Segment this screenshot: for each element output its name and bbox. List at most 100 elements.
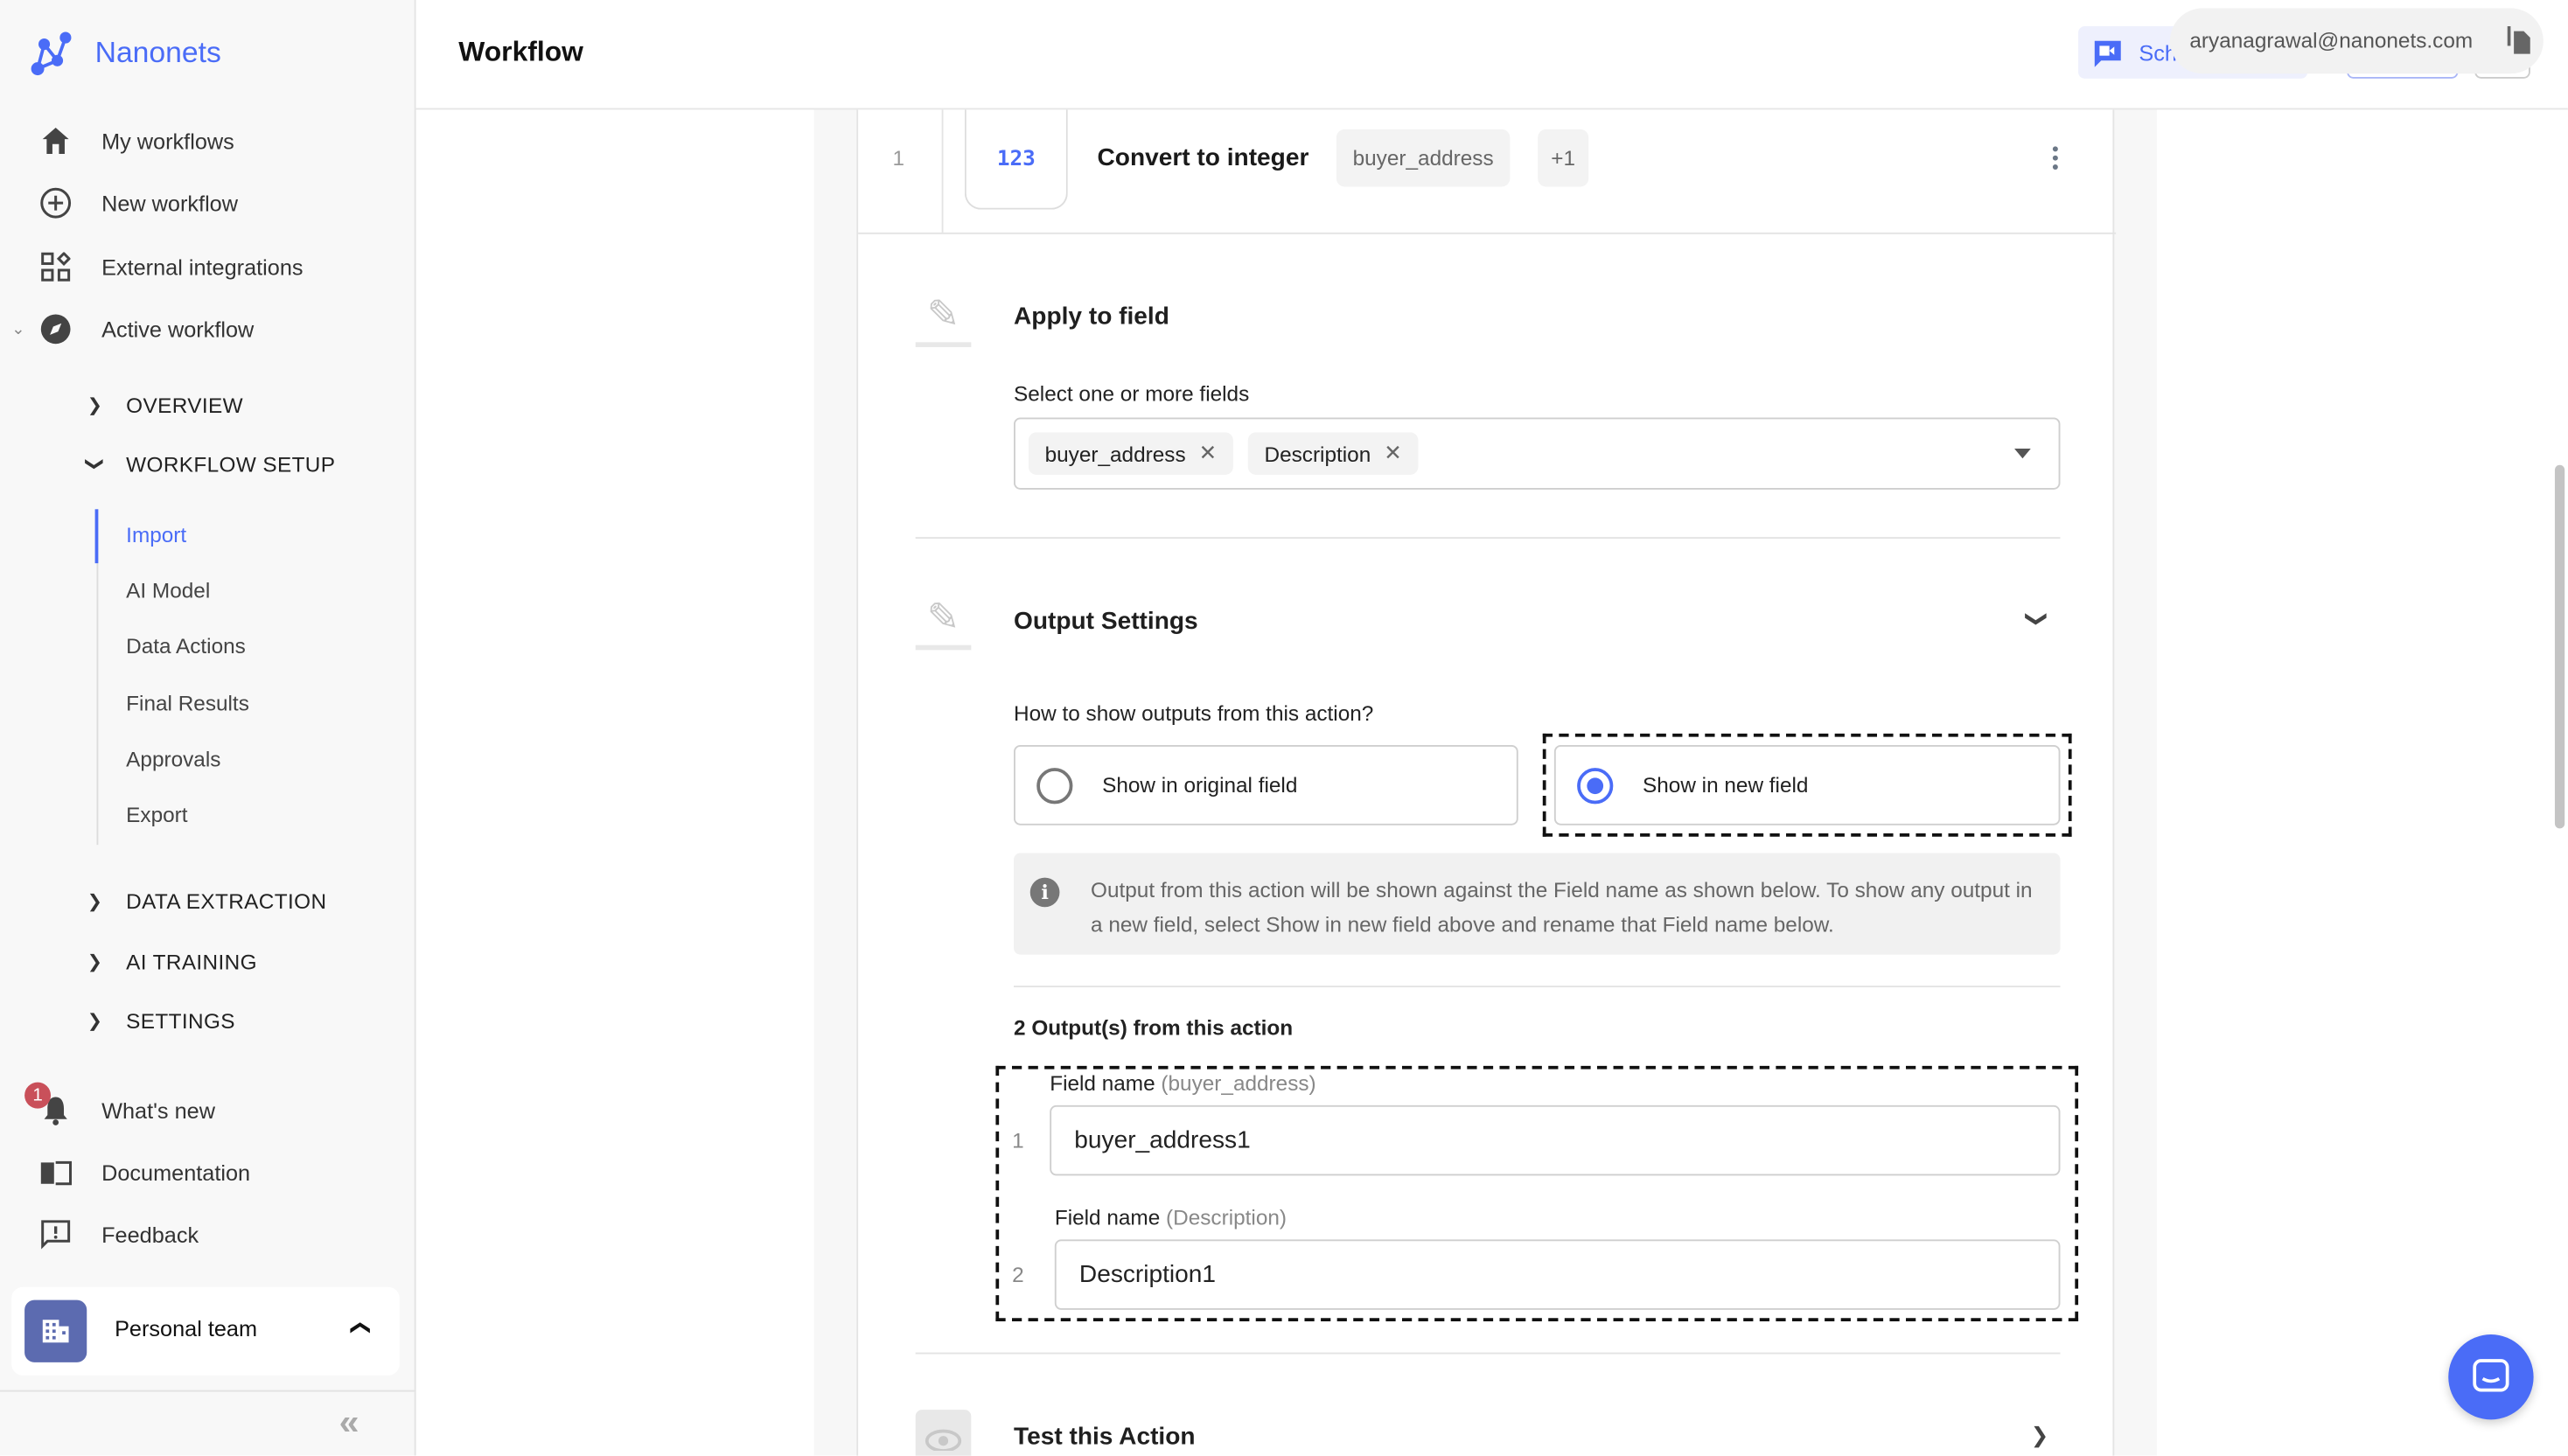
field-label-text: Field name: [1050, 1070, 1155, 1096]
kebab-menu-icon[interactable]: [2052, 144, 2058, 171]
chip-label: buyer_address: [1044, 441, 1186, 466]
field-chip: buyer_address: [1336, 129, 1511, 187]
setup-item-ai-model[interactable]: AI Model: [126, 575, 210, 607]
setup-item-final-results[interactable]: Final Results: [126, 687, 249, 720]
dropdown-caret-icon[interactable]: [2014, 449, 2031, 459]
pencil-icon: ✎: [915, 291, 972, 347]
header-divider: [858, 232, 2117, 234]
section-label: OVERVIEW: [126, 392, 243, 417]
chevron-right-icon: ❯: [87, 1011, 103, 1031]
chat-icon: [2473, 1359, 2509, 1392]
header: Workflow Sch aryanagrawal@nanonets.com: [415, 0, 2568, 110]
sidebar-section-overview[interactable]: ❯ OVERVIEW: [0, 383, 416, 426]
active-indicator: [94, 509, 99, 564]
setup-item-import[interactable]: Import: [126, 519, 186, 552]
radio-new-field[interactable]: Show in new field: [1553, 744, 2061, 826]
chevron-down-icon: ⌄: [11, 320, 25, 338]
radio-original-field[interactable]: Show in original field: [1014, 744, 1518, 826]
chevron-right-icon: ❯: [87, 891, 103, 911]
section-label: AI TRAINING: [126, 949, 257, 974]
remove-chip-icon[interactable]: ✕: [1384, 441, 1401, 467]
chevron-right-icon: ❯: [87, 395, 103, 415]
chevron-down-icon[interactable]: ❯: [2023, 610, 2049, 628]
section-label: WORKFLOW SETUP: [126, 450, 336, 476]
field-source: (buyer_address): [1161, 1070, 1316, 1096]
section-divider: [915, 1352, 2061, 1355]
sidebar-section-data-extraction[interactable]: ❯ DATA EXTRACTION: [0, 879, 416, 922]
field-label: Field name (Description): [1055, 1205, 1287, 1230]
brand-name[interactable]: Nanonets: [95, 36, 221, 70]
book-icon: [39, 1156, 73, 1188]
more-fields-chip[interactable]: +1: [1538, 129, 1589, 187]
collapse-sidebar-icon[interactable]: «: [339, 1402, 359, 1445]
page-title: Workflow: [458, 36, 583, 67]
action-title: Convert to integer: [1097, 143, 1309, 172]
remove-chip-icon[interactable]: ✕: [1199, 441, 1217, 467]
apply-label: Select one or more fields: [1014, 381, 1250, 407]
sidebar-section-workflow-setup[interactable]: ❯ WORKFLOW SETUP: [0, 442, 416, 485]
copy-icon[interactable]: [2507, 25, 2530, 62]
video-chat-icon: [2093, 39, 2123, 77]
home-icon: [39, 124, 72, 157]
output-question: How to show outputs from this action?: [1014, 700, 1374, 726]
sidebar-item-label: Active workflow: [101, 317, 255, 342]
plus-circle-icon: [39, 186, 72, 219]
setup-item-export[interactable]: Export: [126, 799, 187, 832]
chevron-right-icon[interactable]: ❯: [2031, 1423, 2048, 1449]
radio-label: Show in new field: [1643, 772, 1809, 798]
building-icon: [24, 1299, 87, 1362]
sidebar-item-external-integrations[interactable]: External integrations: [0, 242, 416, 291]
fields-select[interactable]: buyer_address ✕ Description ✕: [1014, 417, 2061, 490]
chevron-up-icon: ❯: [347, 1320, 371, 1336]
field-index: 2: [1012, 1262, 1024, 1287]
field-name-input[interactable]: Description1: [1054, 1239, 2061, 1310]
chevron-down-icon: ❯: [84, 456, 104, 471]
selected-field-chip: buyer_address ✕: [1028, 432, 1233, 475]
sidebar-item-documentation[interactable]: Documentation: [0, 1148, 416, 1197]
sidebar-item-new-workflow[interactable]: New workflow: [0, 178, 416, 227]
sidebar-item-my-workflows[interactable]: My workflows: [0, 116, 416, 165]
field-source: (Description): [1166, 1205, 1287, 1230]
compass-icon: [39, 313, 72, 345]
integrations-icon: [39, 250, 72, 282]
sidebar-item-active-workflow[interactable]: ⌄ Active workflow: [0, 304, 416, 353]
info-box: i Output from this action will be shown …: [1014, 853, 2061, 955]
pencil-icon: ✎: [915, 595, 972, 651]
chip-label: Description: [1264, 441, 1371, 466]
radio-unchecked-icon: [1036, 768, 1073, 805]
field-name-input[interactable]: buyer_address1: [1050, 1104, 2061, 1176]
row-divider: [941, 109, 944, 233]
action-card: 1 123 Convert to integer buyer_address +…: [856, 109, 2117, 1456]
email-text: aryanagrawal@nanonets.com: [2189, 27, 2474, 52]
field-index: 1: [1012, 1128, 1024, 1153]
test-action-title[interactable]: Test this Action: [1014, 1423, 1196, 1451]
sidebar-divider: [0, 1390, 416, 1392]
sidebar-item-feedback[interactable]: Feedback: [0, 1210, 416, 1259]
sidebar: Nanonets My workflows New workflow Exter…: [0, 0, 416, 1456]
nanonets-logo-icon: [30, 31, 75, 77]
sidebar-item-label: My workflows: [101, 128, 234, 154]
field-label: Field name (buyer_address): [1050, 1071, 1315, 1096]
chevron-right-icon: ❯: [87, 951, 103, 972]
setup-item-data-actions[interactable]: Data Actions: [126, 630, 246, 663]
setup-item-approvals[interactable]: Approvals: [126, 743, 220, 776]
selected-field-chip: Description ✕: [1247, 432, 1419, 475]
info-icon: i: [1029, 877, 1060, 908]
sidebar-section-settings[interactable]: ❯ SETTINGS: [0, 999, 416, 1041]
sidebar-item-label: Feedback: [101, 1222, 199, 1247]
section-divider: [1014, 986, 2061, 988]
notification-badge: 1: [24, 1082, 52, 1109]
scrollbar-thumb[interactable]: [2554, 464, 2565, 829]
outputs-count: 2 Output(s) from this action: [1014, 1014, 1294, 1040]
sidebar-item-label: New workflow: [101, 191, 239, 216]
sidebar-item-label: External integrations: [101, 254, 304, 280]
chat-widget-button[interactable]: [2448, 1334, 2534, 1420]
field-label-text: Field name: [1054, 1205, 1161, 1230]
email-tooltip: aryanagrawal@nanonets.com: [2169, 8, 2544, 74]
sidebar-section-ai-training[interactable]: ❯ AI TRAINING: [0, 940, 416, 983]
radio-label: Show in original field: [1102, 772, 1298, 798]
team-switcher[interactable]: Personal team ❯: [11, 1286, 400, 1376]
sidebar-item-whats-new[interactable]: 1 What's new: [0, 1082, 416, 1134]
apply-title: Apply to field: [1014, 303, 1169, 331]
section-label: SETTINGS: [126, 1007, 235, 1033]
